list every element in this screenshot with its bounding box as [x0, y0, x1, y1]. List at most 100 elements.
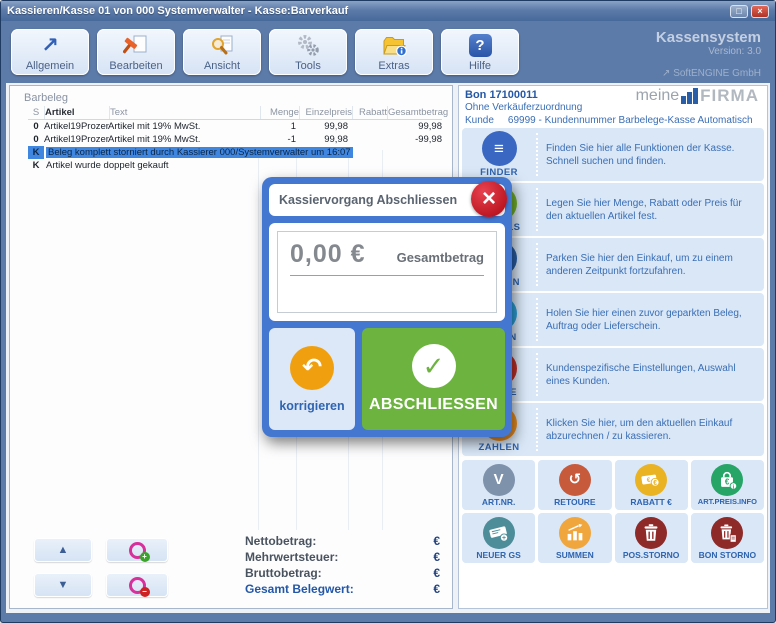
toolbar-button-label: Tools [295, 60, 321, 72]
header-gesamtbetrag: Gesamtbetrag [387, 106, 448, 119]
quick-button-summen[interactable]: SUMMEN [538, 513, 611, 563]
toolbar-button-extras[interactable]: Extras [355, 29, 433, 75]
customer-info: Kunde69999 - Kundennummer Barbelege-Kass… [465, 115, 753, 126]
quick-button-label: RETOURE [554, 497, 595, 507]
amount-underline [290, 275, 484, 276]
question-glyph: ? [469, 34, 492, 57]
company-name: SoftENGINE GmbH [673, 68, 761, 79]
brand-block: Kassensystem Version: 3.0 ↗ SoftENGINE G… [656, 29, 765, 83]
trash-icon [635, 517, 667, 549]
toolbar-button-label: Ansicht [204, 60, 240, 72]
svg-text:€: € [653, 479, 657, 486]
korrigieren-button[interactable]: ↶ korrigieren [269, 328, 355, 430]
amount-row: 0,00 € Gesamtbetrag [290, 240, 484, 269]
scroll-down-button[interactable]: ▼ [34, 573, 92, 597]
header-rabatt: Rabatt [352, 106, 387, 119]
header-s: S [28, 106, 44, 119]
arrow-up-icon: ▲ [58, 545, 69, 556]
close-icon: × [757, 6, 762, 16]
cell-text: Artikel mit 19% MwSt. [108, 133, 258, 146]
table-row[interactable]: 0 Artikel19Prozer Artikel mit 19% MwSt. … [28, 133, 442, 146]
quick-button-retoure[interactable]: ↺ RETOURE [538, 460, 611, 510]
toolbar-button-label: Bearbeiten [109, 60, 162, 72]
quick-button-grid: V ART.NR. ↺ RETOURE €€ RABATT € €i [462, 460, 764, 563]
quick-button-label: NEUER GS [476, 550, 520, 560]
dialog-body: 0,00 € Gesamtbetrag [269, 223, 505, 321]
dialog-buttons: ↶ korrigieren ✓ ABSCHLIESSEN [269, 328, 505, 430]
restore-icon: □ [736, 6, 741, 16]
add-position-icon: + [129, 542, 146, 559]
restore-window-button[interactable]: □ [730, 5, 748, 18]
total-label: Nettobetrag: [245, 534, 316, 548]
total-currency: € [433, 582, 440, 596]
abschliessen-button[interactable]: ✓ ABSCHLIESSEN [362, 328, 505, 430]
quick-button-neuergs[interactable]: + NEUER GS [462, 513, 535, 563]
chart-bars-icon [559, 517, 591, 549]
folder-info-icon [381, 33, 407, 59]
company-link[interactable]: ↗ SoftENGINE GmbH [656, 68, 761, 79]
header-einzelpreis: Einzelpreis [299, 106, 352, 119]
table-row[interactable]: K Artikel wurde doppelt gekauft [28, 159, 442, 172]
quick-button-posstorno[interactable]: POS.STORNO [615, 513, 688, 563]
remove-position-button[interactable]: − [106, 573, 168, 597]
banknote-icon: €€ [635, 464, 667, 496]
magnifier-document-icon [209, 33, 235, 59]
cell-gesamtbetrag: 99,98 [382, 120, 442, 133]
quick-button-artnr[interactable]: V ART.NR. [462, 460, 535, 510]
toolbar-button-ansicht[interactable]: Ansicht [183, 29, 261, 75]
toolbar-button-tools[interactable]: Tools [269, 29, 347, 75]
function-description: Holen Sie hier einen zuvor geparkten Bel… [538, 307, 764, 333]
toolbar-button-bearbeiten[interactable]: Bearbeiten [97, 29, 175, 75]
svg-text:€: € [725, 478, 730, 487]
message-text: Artikel wurde doppelt gekauft [46, 160, 169, 171]
header-menge: Menge [260, 106, 299, 119]
check-icon: ✓ [412, 344, 456, 388]
app-name: Kassensystem [656, 29, 761, 46]
quick-button-bonstorno[interactable]: BON STORNO [691, 513, 764, 563]
quick-button-label: ART.PREIS.INFO [698, 497, 757, 506]
customer-value: 69999 - Kundennummer Barbelege-Kasse Aut… [508, 115, 753, 126]
cell-s: 0 [28, 120, 44, 133]
quick-button-label: RABATT € [630, 497, 671, 507]
total-currency: € [433, 550, 440, 564]
abschliessen-label: ABSCHLIESSEN [369, 396, 498, 414]
window-controls: □ × [730, 5, 769, 18]
dialog-title: Kassiervorgang Abschliessen [279, 193, 457, 207]
scroll-up-button[interactable]: ▲ [34, 538, 92, 562]
quick-button-artpreisinfo[interactable]: €i ART.PREIS.INFO [691, 460, 764, 510]
cell-menge: 1 [258, 120, 296, 133]
arrow-glyph: ↗ [41, 35, 59, 57]
toolbar-button-allgemein[interactable]: ↗ Allgemein [11, 29, 89, 75]
logo-suffix: FIRMA [700, 87, 759, 104]
receipt-table: S Artikel Text Menge Einzelpreis Rabatt … [28, 106, 442, 172]
table-row-selected[interactable]: K Beleg komplett storniert durch Kassier… [28, 146, 442, 159]
toolbar-button-label: Hilfe [469, 60, 491, 72]
quick-button-rabatt[interactable]: €€ RABATT € [615, 460, 688, 510]
selected-message-text: Beleg komplett storniert durch Kassierer… [46, 147, 353, 158]
titlebar: Kassieren/Kasse 01 von 000 Systemverwalt… [1, 1, 775, 21]
cell-s: 0 [28, 133, 44, 146]
dialog-close-button[interactable]: × [471, 181, 507, 217]
cell-s: K [28, 146, 44, 159]
table-row[interactable]: 0 Artikel19Prozer Artikel mit 19% MwSt. … [28, 120, 442, 133]
function-description: Legen Sie hier Menge, Rabatt oder Preis … [538, 197, 764, 223]
bon-number: Bon 17100011 [465, 89, 538, 101]
header-artikel: Artikel [44, 106, 109, 119]
add-position-button[interactable]: + [106, 538, 168, 562]
cell-einzelpreis: 99,98 [296, 120, 348, 133]
cell-message: Beleg komplett storniert durch Kassierer… [44, 146, 442, 159]
price-bag-icon: €i [711, 464, 743, 496]
trash-document-icon [711, 517, 743, 549]
sidebar-item-finder[interactable]: ≡ FINDER Finden Sie hier alle Funktionen… [462, 128, 764, 181]
toolbar-button-label: Allgemein [26, 60, 74, 72]
quick-button-label: SUMMEN [556, 550, 594, 560]
close-window-button[interactable]: × [751, 5, 769, 18]
close-icon: × [482, 185, 496, 213]
arrow-down-icon: ▼ [58, 580, 69, 591]
total-currency: € [433, 566, 440, 580]
cell-text: Artikel mit 19% MwSt. [108, 120, 258, 133]
app-version: Version: 3.0 [656, 46, 761, 57]
table-gridline [258, 150, 259, 530]
question-mark-icon: ? [469, 33, 492, 59]
toolbar-button-hilfe[interactable]: ? Hilfe [441, 29, 519, 75]
